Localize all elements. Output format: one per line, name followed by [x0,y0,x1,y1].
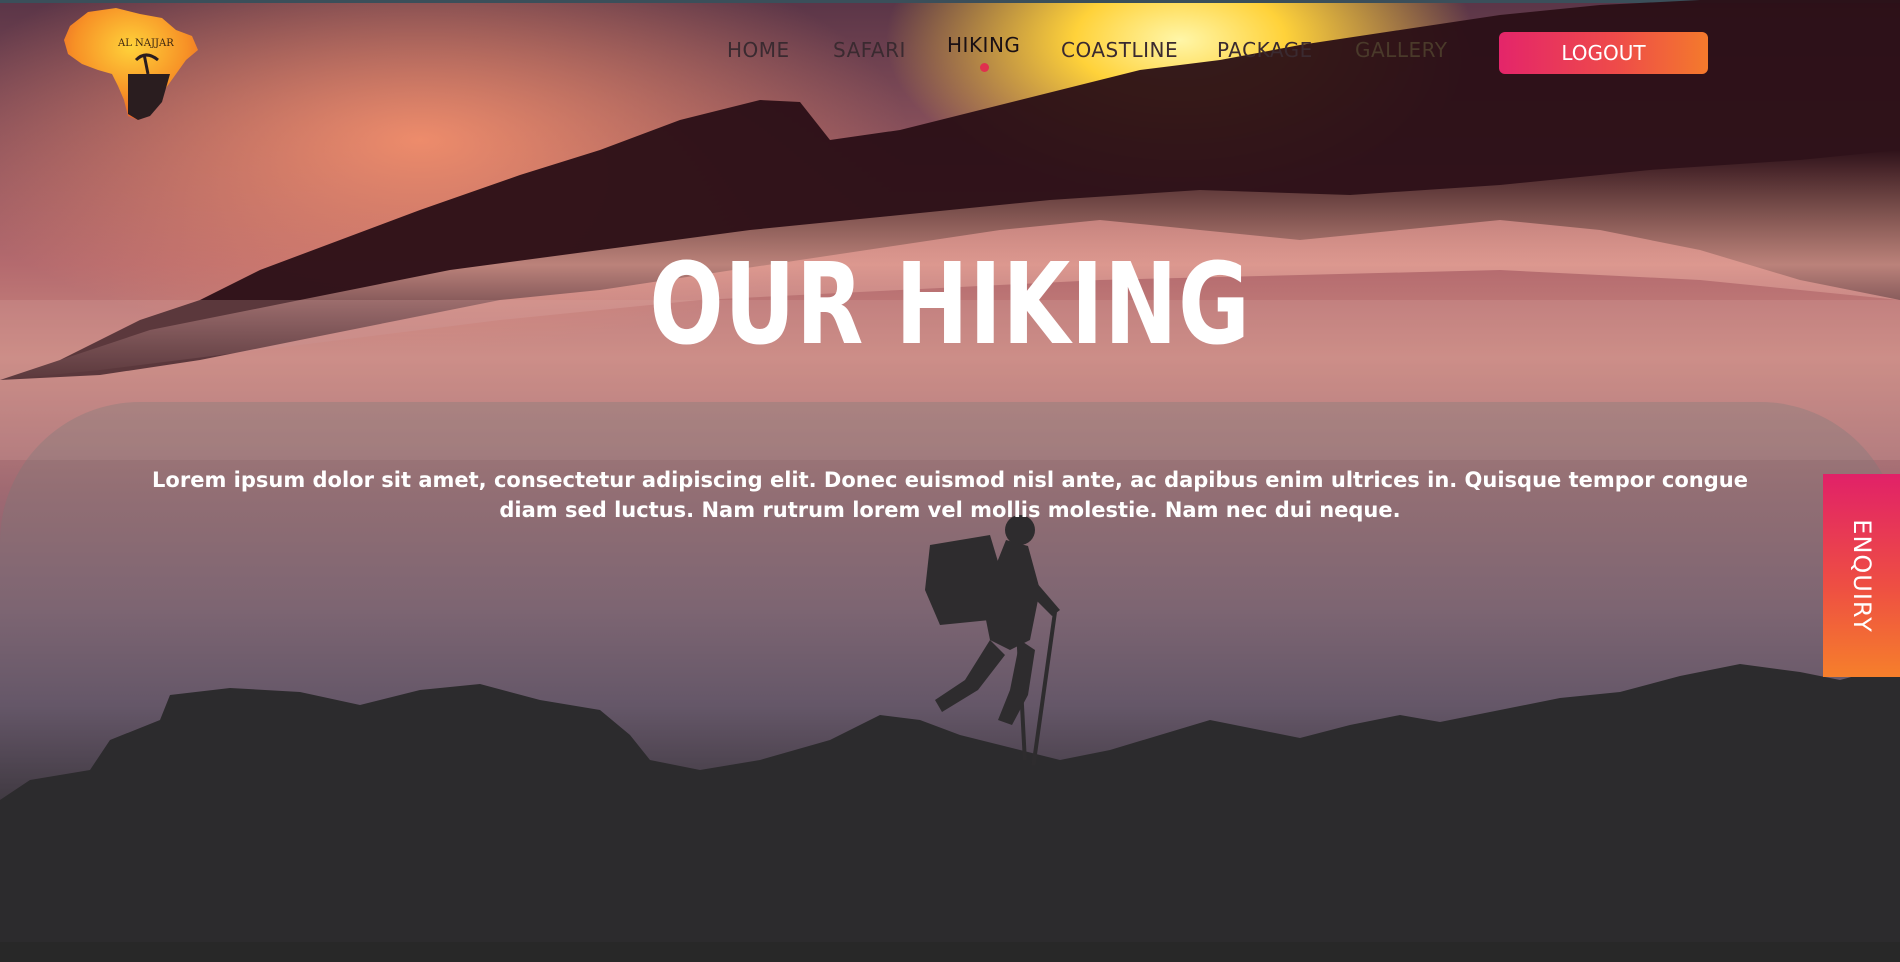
nav-item-home[interactable]: HOME [727,38,790,62]
enquiry-tab-button[interactable]: ENQUIRY [1823,474,1900,677]
nav-item-safari[interactable]: SAFARI [833,38,906,62]
logout-button[interactable]: LOGOUT [1499,32,1708,74]
logo-text: AL NAJJAR [117,38,174,49]
hero-description: Lorem ipsum dolor sit amet, consectetur … [152,468,1748,522]
nav-item-label: HIKING [947,33,1021,57]
nav-item-hiking[interactable]: HIKING [947,33,1021,72]
enquiry-label: ENQUIRY [1847,518,1876,633]
nav-item-gallery[interactable]: GALLERY [1355,38,1447,62]
nav-item-package[interactable]: PACKAGE [1217,38,1313,62]
brand-logo[interactable]: AL NAJJAR [58,4,204,122]
nav-item-coastline[interactable]: COASTLINE [1061,38,1178,62]
africa-map-logo-icon: AL NAJJAR [64,8,198,120]
active-indicator-dot [979,63,989,72]
page-title: OUR HIKING [649,240,1251,370]
